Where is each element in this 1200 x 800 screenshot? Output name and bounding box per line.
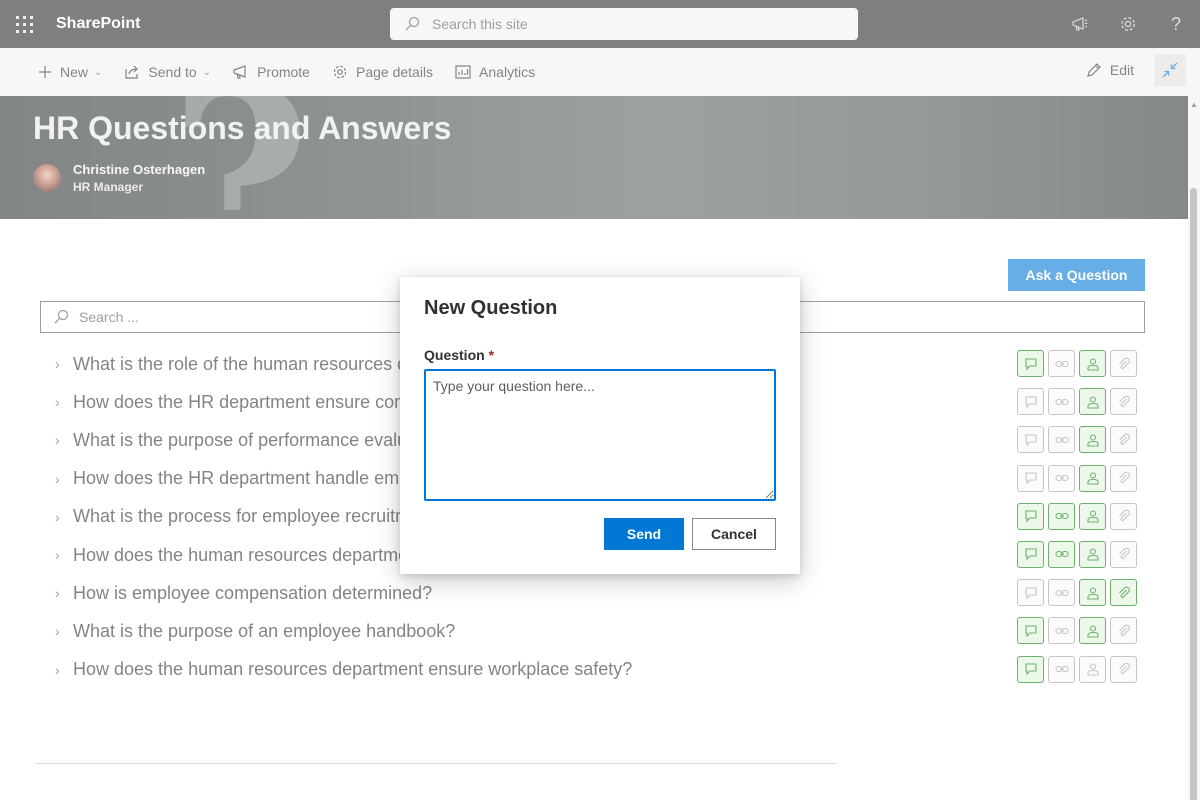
send-button[interactable]: Send <box>604 518 684 550</box>
question-field-label: Question * <box>424 347 494 363</box>
new-question-dialog: New Question Question* Send Cancel <box>400 277 800 574</box>
question-label-text: Question <box>424 347 485 363</box>
cancel-button[interactable]: Cancel <box>692 518 776 550</box>
required-marker: * <box>488 347 495 363</box>
question-textarea[interactable] <box>424 369 776 501</box>
dialog-title: New Question <box>424 297 558 319</box>
